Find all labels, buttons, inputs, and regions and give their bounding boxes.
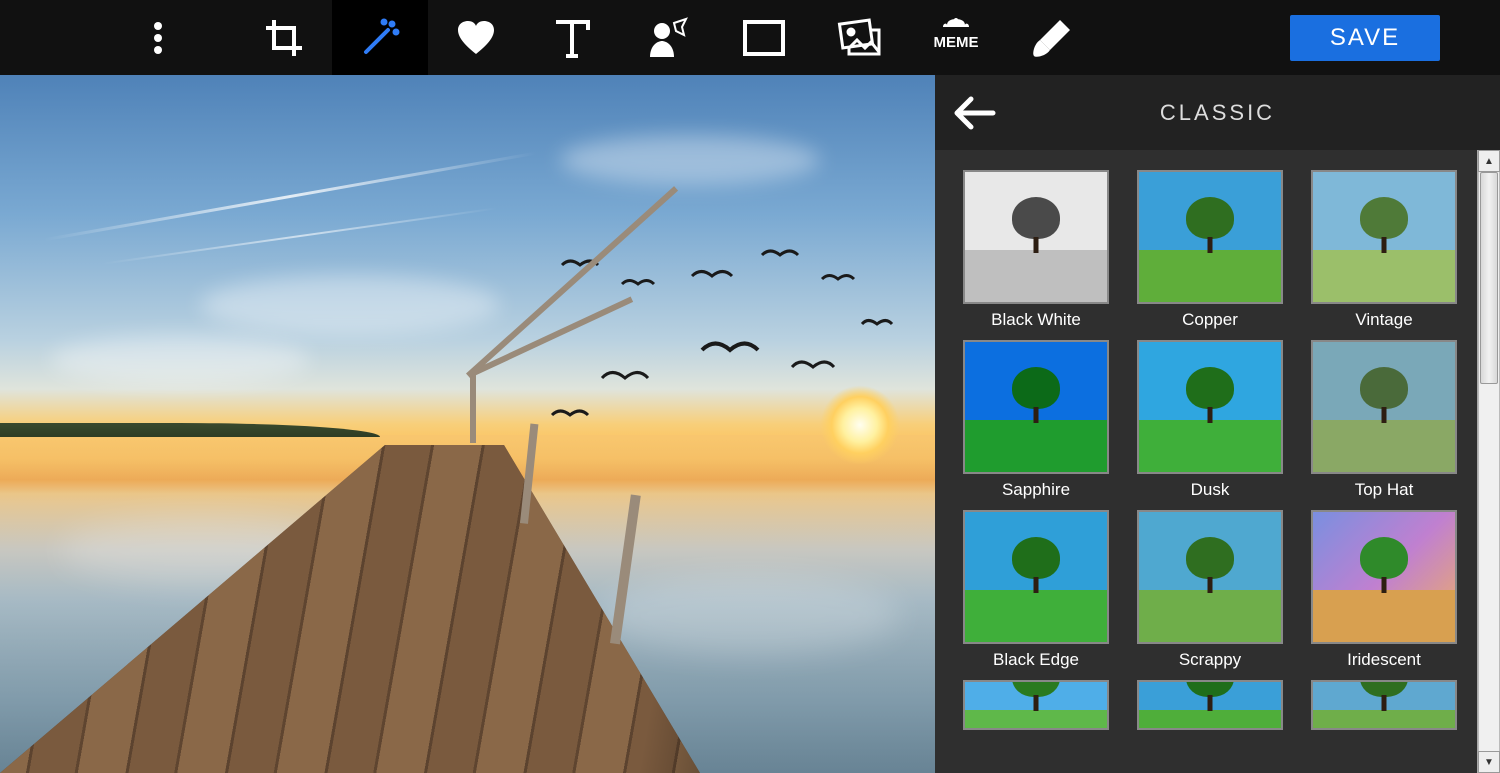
text-icon [554, 18, 590, 58]
filter-thumbnail [1311, 680, 1457, 730]
more-vertical-icon [153, 21, 163, 55]
filter-item[interactable] [1311, 680, 1457, 730]
scroll-down-button[interactable]: ▼ [1478, 751, 1500, 773]
filter-item[interactable]: Iridescent [1311, 510, 1457, 672]
filter-item[interactable]: Top Hat [1311, 340, 1457, 502]
filters-panel-header: CLASSIC [935, 75, 1500, 150]
overlay-button[interactable] [812, 0, 908, 75]
bird-icon [790, 355, 836, 379]
filter-label: Iridescent [1347, 650, 1421, 672]
filter-item[interactable] [963, 680, 1109, 730]
brush-button[interactable] [1004, 0, 1100, 75]
frame-icon [743, 20, 785, 56]
canvas-decoration [44, 152, 537, 242]
portrait-scissors-icon [646, 17, 690, 59]
filter-label: Copper [1182, 310, 1238, 332]
bird-icon [620, 275, 656, 293]
filter-thumbnail [1137, 510, 1283, 644]
svg-text:MEME: MEME [934, 34, 979, 51]
photos-icon [837, 18, 883, 58]
filters-panel: CLASSIC Black White Copper Vintage Sapphire… [935, 75, 1500, 773]
filter-thumbnail [1137, 340, 1283, 474]
filter-label: Black White [991, 310, 1081, 332]
heart-icon [456, 20, 496, 56]
text-button[interactable] [524, 0, 620, 75]
filter-label: Scrappy [1179, 650, 1241, 672]
bird-icon [700, 335, 760, 365]
filter-grid: Black White Copper Vintage Sapphire Dusk Top … [935, 150, 1477, 773]
filter-thumbnail [1311, 340, 1457, 474]
meme-button[interactable]: MEME [908, 0, 1004, 75]
save-label: SAVE [1330, 24, 1400, 52]
frame-button[interactable] [716, 0, 812, 75]
canvas-dock [0, 343, 700, 773]
scrollbar-thumb[interactable] [1480, 172, 1498, 384]
filter-thumbnail [963, 510, 1109, 644]
scroll-up-button[interactable]: ▲ [1478, 150, 1500, 172]
filter-item[interactable]: Sapphire [963, 340, 1109, 502]
bird-icon [760, 245, 800, 265]
filter-thumbnail [1137, 170, 1283, 304]
panel-title: CLASSIC [1160, 100, 1275, 126]
bird-icon [860, 315, 894, 333]
filter-label: Dusk [1191, 480, 1230, 502]
arrow-left-icon [953, 95, 997, 131]
editor-canvas[interactable] [0, 75, 935, 773]
canvas-decoration [102, 207, 498, 265]
magic-wand-icon [358, 16, 402, 60]
back-button[interactable] [935, 75, 1015, 150]
canvas-sun [820, 385, 900, 465]
save-button[interactable]: SAVE [1290, 15, 1440, 61]
filter-thumbnail [963, 340, 1109, 474]
bird-icon [820, 270, 856, 288]
scrollbar[interactable]: ▲ ▼ [1477, 150, 1500, 773]
scrollbar-track[interactable] [1478, 172, 1500, 751]
filter-item[interactable]: Copper [1137, 170, 1283, 332]
portrait-button[interactable] [620, 0, 716, 75]
filter-label: Sapphire [1002, 480, 1070, 502]
filter-thumbnail [1311, 170, 1457, 304]
bird-icon [690, 265, 734, 287]
filter-label: Black Edge [993, 650, 1079, 672]
filter-label: Top Hat [1355, 480, 1414, 502]
top-toolbar: MEME SAVE [0, 0, 1500, 75]
filter-thumbnail [963, 680, 1109, 730]
filter-label: Vintage [1355, 310, 1412, 332]
filter-item[interactable]: Black White [963, 170, 1109, 332]
filter-thumbnail [963, 170, 1109, 304]
crop-icon [264, 18, 304, 58]
filter-item[interactable]: Scrappy [1137, 510, 1283, 672]
menu-button[interactable] [110, 0, 206, 75]
filter-item[interactable]: Dusk [1137, 340, 1283, 502]
meme-icon: MEME [931, 17, 981, 59]
filter-thumbnail [1137, 680, 1283, 730]
filter-thumbnail [1311, 510, 1457, 644]
filter-item[interactable]: Black Edge [963, 510, 1109, 672]
filter-item[interactable] [1137, 680, 1283, 730]
effects-button[interactable] [332, 0, 428, 75]
filter-item[interactable]: Vintage [1311, 170, 1457, 332]
brush-icon [1030, 16, 1074, 60]
favorite-button[interactable] [428, 0, 524, 75]
crop-button[interactable] [236, 0, 332, 75]
